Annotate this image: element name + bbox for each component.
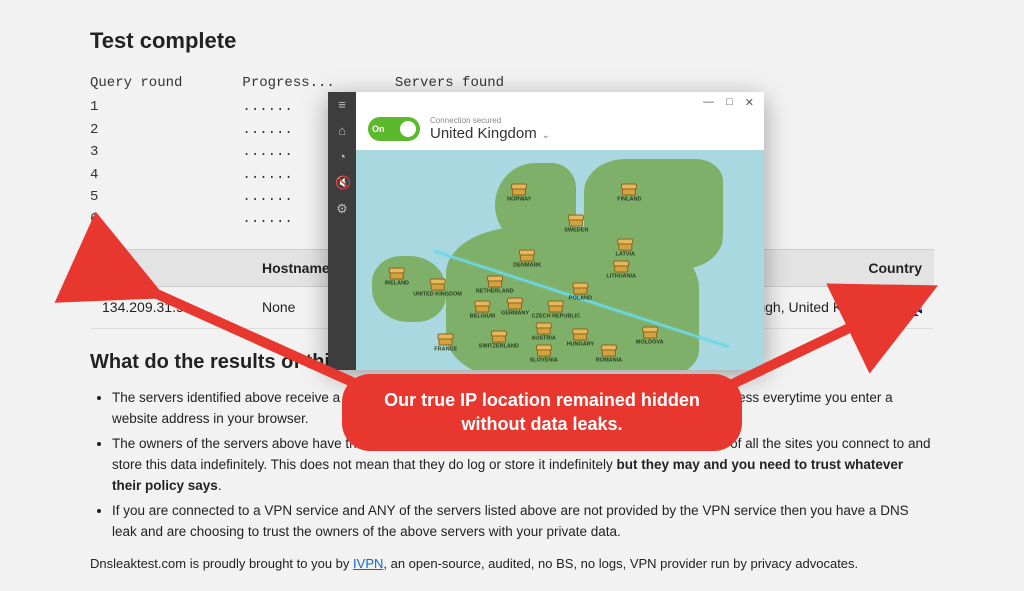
gear-icon[interactable]: ⚙ bbox=[335, 202, 349, 216]
server-pin[interactable]: NORWAY bbox=[507, 186, 531, 203]
toggle-label: On bbox=[372, 124, 385, 134]
pin-label: SWITZERLAND bbox=[479, 344, 519, 350]
col-header-progress: Progress... bbox=[242, 72, 334, 94]
server-pin[interactable]: CZECH REPUBLIC bbox=[532, 302, 581, 319]
callout-line2: without data leaks. bbox=[366, 412, 718, 436]
arrow-right bbox=[710, 282, 940, 407]
round-val: 1 bbox=[90, 96, 182, 118]
pot-icon bbox=[475, 302, 489, 312]
titlebar: — □ ✕ bbox=[356, 92, 764, 112]
home-icon[interactable]: ⌂ bbox=[335, 124, 349, 138]
pin-label: UNITED KINGDOM bbox=[413, 291, 462, 297]
server-pin[interactable]: HUNGARY bbox=[567, 331, 595, 348]
page-title: Test complete bbox=[90, 28, 934, 54]
round-val: 2 bbox=[90, 119, 182, 141]
server-pin[interactable]: ROMANIA bbox=[596, 346, 622, 363]
pin-label: CZECH REPUBLIC bbox=[532, 313, 581, 319]
connection-info[interactable]: Connection secured United Kingdom ⌄ bbox=[430, 116, 550, 142]
server-pin[interactable]: FRANCE bbox=[434, 335, 457, 352]
progress-val: ...... bbox=[242, 208, 334, 230]
pot-icon bbox=[618, 241, 632, 251]
minimize-button[interactable]: — bbox=[703, 96, 714, 108]
progress-val: ...... bbox=[242, 119, 334, 141]
pin-label: FRANCE bbox=[434, 346, 457, 352]
round-val: 3 bbox=[90, 141, 182, 163]
server-pin[interactable]: SLOVENIA bbox=[530, 346, 558, 363]
pot-icon bbox=[390, 269, 404, 279]
pot-icon bbox=[569, 216, 583, 226]
globe-icon[interactable]: ◔ bbox=[335, 150, 349, 164]
server-pin[interactable]: AUSTRIA bbox=[531, 324, 555, 341]
connection-toggle[interactable]: On bbox=[368, 117, 420, 141]
chevron-down-icon: ⌄ bbox=[539, 130, 550, 141]
server-pin[interactable]: NETHERLAND bbox=[476, 278, 514, 295]
server-pin[interactable]: GERMANY bbox=[501, 300, 529, 317]
menu-icon[interactable]: ≡ bbox=[335, 98, 349, 112]
pot-icon bbox=[492, 333, 506, 343]
server-pin[interactable]: BELGIUM bbox=[470, 302, 495, 319]
pin-label: FINLAND bbox=[617, 197, 641, 203]
pin-label: SWEDEN bbox=[564, 227, 588, 233]
pin-label: NORWAY bbox=[507, 197, 531, 203]
pot-icon bbox=[512, 186, 526, 196]
toggle-knob bbox=[400, 121, 416, 137]
pot-icon bbox=[549, 302, 563, 312]
ivpn-link[interactable]: IVPN bbox=[353, 556, 383, 571]
pin-label: HUNGARY bbox=[567, 342, 595, 348]
pin-label: ROMANIA bbox=[596, 357, 622, 363]
pot-icon bbox=[622, 186, 636, 196]
pot-icon bbox=[520, 252, 534, 262]
pin-label: SLOVENIA bbox=[530, 357, 558, 363]
progress-val: ...... bbox=[242, 96, 334, 118]
pot-icon bbox=[573, 331, 587, 341]
server-pin[interactable]: DENMARK bbox=[513, 252, 541, 269]
pot-icon bbox=[431, 280, 445, 290]
progress-val: ...... bbox=[242, 141, 334, 163]
pot-icon bbox=[537, 324, 551, 334]
annotation-callout: Our true IP location remained hidden wit… bbox=[342, 374, 742, 451]
pot-icon bbox=[488, 278, 502, 288]
location-label: United Kingdom bbox=[430, 125, 537, 142]
round-val: 5 bbox=[90, 186, 182, 208]
footer-text: Dnsleaktest.com is proudly brought to yo… bbox=[90, 556, 934, 571]
vpn-app-window: ≡ ⌂ ◔ 🔇 ⚙ — □ ✕ On Connection secured Un… bbox=[328, 92, 764, 370]
pin-label: LITHUANIA bbox=[606, 274, 636, 280]
pin-label: BELGIUM bbox=[470, 313, 495, 319]
server-pin[interactable]: LITHUANIA bbox=[606, 263, 636, 280]
pin-label: AUSTRIA bbox=[531, 335, 555, 341]
round-val: 4 bbox=[90, 164, 182, 186]
server-pin[interactable]: SWITZERLAND bbox=[479, 333, 519, 350]
round-val: 6 bbox=[90, 208, 182, 230]
pin-label: NETHERLAND bbox=[476, 289, 514, 295]
maximize-button[interactable]: □ bbox=[726, 96, 733, 108]
progress-val: ...... bbox=[242, 186, 334, 208]
server-pin[interactable]: UNITED KINGDOM bbox=[413, 280, 462, 297]
progress-val: ...... bbox=[242, 164, 334, 186]
pot-icon bbox=[439, 335, 453, 345]
pin-label: MOLDOVA bbox=[636, 340, 664, 346]
pot-icon bbox=[614, 263, 628, 273]
pin-label: POLAND bbox=[569, 296, 592, 302]
mute-icon[interactable]: 🔇 bbox=[335, 176, 349, 190]
pot-icon bbox=[643, 329, 657, 339]
close-button[interactable]: ✕ bbox=[745, 96, 754, 109]
pin-label: GERMANY bbox=[501, 311, 529, 317]
server-pin[interactable]: LATVIA bbox=[616, 241, 635, 258]
callout-line1: Our true IP location remained hidden bbox=[366, 388, 718, 412]
server-pin[interactable]: FINLAND bbox=[617, 186, 641, 203]
pot-icon bbox=[508, 300, 522, 310]
col-header-round: Query round bbox=[90, 72, 182, 94]
status-text: Connection secured bbox=[430, 116, 550, 125]
pot-icon bbox=[537, 346, 551, 356]
pin-label: LATVIA bbox=[616, 252, 635, 258]
pin-label: DENMARK bbox=[513, 263, 541, 269]
server-pin[interactable]: POLAND bbox=[569, 285, 592, 302]
list-item: If you are connected to a VPN service an… bbox=[112, 501, 934, 543]
pot-icon bbox=[573, 285, 587, 295]
server-map[interactable]: NORWAY FINLAND SWEDEN LATVIA DENMARK LITHUANI… bbox=[356, 150, 764, 370]
pot-icon bbox=[602, 346, 616, 356]
server-pin[interactable]: MOLDOVA bbox=[636, 329, 664, 346]
server-pin[interactable]: SWEDEN bbox=[564, 216, 588, 233]
